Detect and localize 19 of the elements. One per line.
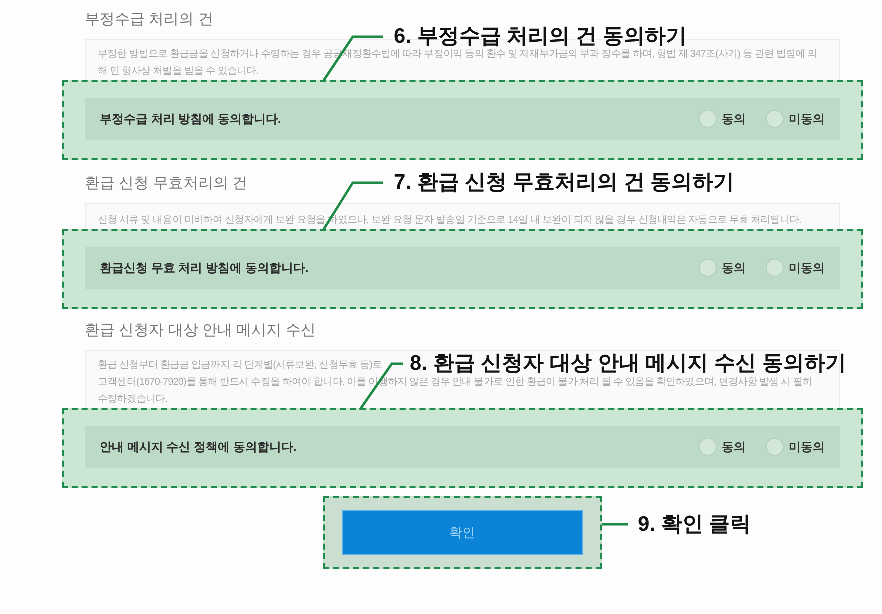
agreement-text: 환급신청 무효 처리 방침에 동의합니다. (100, 260, 309, 277)
callout-label: 6. 부정수급 처리의 건 동의하기 (394, 24, 687, 50)
agreement-text: 안내 메시지 수신 정책에 동의합니다. (100, 439, 297, 456)
terms-text: 수정하겠습니다. (98, 393, 168, 407)
radio-option[interactable]: 미동의 (766, 438, 825, 456)
radio-option[interactable]: 미동의 (766, 259, 825, 277)
callout-label: 7. 환급 신청 무효처리의 건 동의하기 (394, 170, 735, 196)
radio-option[interactable]: 동의 (699, 259, 746, 277)
section-title: 환급 신청 무효처리의 건 (85, 174, 248, 194)
terms-text: 환급 신청부터 환급금 입금까지 각 단계별(서류보완, 신청무효 등)로 (98, 359, 382, 373)
radio-option[interactable]: 동의 (699, 438, 746, 456)
section-title: 환급 신청자 대상 안내 메시지 수신 (85, 321, 316, 341)
radio-option[interactable]: 미동의 (766, 110, 825, 128)
section-title: 부정수급 처리의 건 (85, 10, 214, 30)
radio-option[interactable]: 동의 (699, 110, 746, 128)
terms-text: 해 민 형사상 처벌을 받을 수 있습니다. (98, 65, 259, 79)
callout-label: 9. 확인 클릭 (638, 512, 752, 538)
callout-label: 8. 환급 신청자 대상 안내 메시지 수신 동의하기 (410, 351, 846, 377)
agreement-text: 부정수급 처리 방침에 동의합니다. (100, 111, 282, 128)
